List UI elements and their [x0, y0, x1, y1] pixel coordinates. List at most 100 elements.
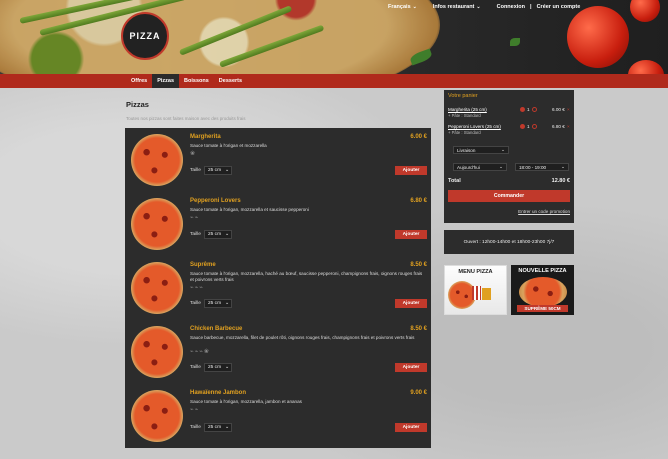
size-select[interactable]: 25 cm ⌄: [204, 166, 232, 175]
add-button[interactable]: Ajouter: [395, 363, 427, 372]
section-title: Pizzas: [126, 100, 149, 109]
time-select[interactable]: 18:00 - 19:00 ⌄: [515, 163, 569, 171]
promo-title: MENU PIZZA: [458, 269, 493, 275]
section-description: Toutes nos pizzas sont faites maison ave…: [126, 116, 246, 121]
size-value: 25 cm: [208, 365, 222, 370]
pizza-image[interactable]: [131, 134, 183, 186]
delivery-mode-select[interactable]: Livraison ⌄: [453, 146, 509, 154]
item-description: Sauce tomate à l'origan et mozzarella: [190, 143, 267, 148]
time-value: 18:00 - 19:00: [519, 164, 547, 170]
promo-new-pizza[interactable]: NOUVELLE PIZZA SUPRÊME 50CM: [511, 265, 574, 315]
item-description: Sauce tomate à l'origan, mozzarella, jam…: [190, 399, 302, 404]
day-select[interactable]: Aujourd'hui ⌄: [453, 163, 507, 171]
quantity-value: 1: [527, 107, 530, 112]
cart-title: Votre panier: [448, 93, 478, 99]
size-value: 25 cm: [208, 168, 222, 173]
item-price: 9.00 €: [410, 390, 427, 396]
item-description: Sauce barbecue, mozzarella, filet de pou…: [190, 335, 415, 340]
chevron-down-icon: ⌄: [224, 232, 229, 237]
promo-menu-pizza[interactable]: MENU PIZZA: [444, 265, 507, 315]
logo[interactable]: PIZZA: [121, 12, 169, 60]
size-value: 25 cm: [208, 232, 222, 237]
diet-icon: ⌁⌁⌁❀: [190, 349, 210, 355]
hero-tomato: [567, 6, 629, 68]
chevron-down-icon: ⌄: [561, 164, 565, 169]
cart-item-option: + Pâte : Standard: [448, 130, 481, 135]
item-description: Sauce tomate à l'origan, mozzarella et s…: [190, 207, 309, 212]
pizza-image[interactable]: [131, 326, 183, 378]
plus-icon[interactable]: [531, 124, 537, 129]
cart-line: Margherita (25 cm) + Pâte : Standard 1 6…: [448, 107, 570, 118]
pizza-image[interactable]: [131, 262, 183, 314]
promo-pizza-image: [519, 277, 567, 307]
remove-icon[interactable]: ×: [567, 107, 570, 112]
nav-separator: |: [530, 4, 532, 10]
item-name: Pepperoni Lovers: [190, 198, 241, 204]
restaurant-info-label: Infos restaurant: [432, 4, 475, 10]
opening-hours: Ouvert : 12h00-14h00 et 18h00-23h00 7j/7: [444, 230, 574, 254]
tab-desserts[interactable]: Desserts: [214, 74, 247, 88]
order-button[interactable]: Commander: [448, 190, 570, 202]
size-label: Taille: [190, 365, 201, 370]
day-value: Aujourd'hui: [457, 164, 480, 170]
item-price: 8.50 €: [410, 262, 427, 268]
size-select[interactable]: 25 cm ⌄: [204, 423, 232, 432]
size-select[interactable]: 25 cm ⌄: [204, 363, 232, 372]
tab-boissons[interactable]: Boissons: [179, 74, 214, 88]
item-name: Hawaïenne Jambon: [190, 390, 247, 396]
hero-banner: PIZZA Français ⌄ Infos restaurant ⌄ Conn…: [0, 0, 668, 74]
quantity-stepper: 1: [520, 107, 537, 112]
hero-tomato: [628, 60, 664, 74]
cart-item-option: + Pâte : Standard: [448, 113, 481, 118]
add-button[interactable]: Ajouter: [395, 230, 427, 239]
item-price: 8.50 €: [410, 326, 427, 332]
tab-offres[interactable]: Offres: [126, 74, 152, 88]
chevron-down-icon: ⌄: [412, 4, 417, 10]
signup-link[interactable]: Créer un compte: [537, 4, 581, 10]
size-select[interactable]: 25 cm ⌄: [204, 299, 232, 308]
tab-pizzas[interactable]: Pizzas: [152, 74, 180, 88]
remove-icon[interactable]: ×: [567, 124, 570, 129]
restaurant-info-menu[interactable]: Infos restaurant ⌄: [433, 4, 481, 10]
category-tabs: Offres Pizzas Boissons Desserts: [126, 74, 247, 88]
fries-icon: [482, 288, 491, 300]
item-price: 6.80 €: [410, 198, 427, 204]
item-name: Suprême: [190, 262, 216, 268]
add-button[interactable]: Ajouter: [395, 299, 427, 308]
minus-icon[interactable]: [520, 124, 525, 129]
login-link[interactable]: Connexion: [497, 4, 525, 10]
size-label: Taille: [190, 425, 201, 430]
add-button[interactable]: Ajouter: [395, 423, 427, 432]
cart-item-price: 6.80 €: [552, 124, 565, 129]
pizza-image[interactable]: [131, 198, 183, 250]
logo-text: PIZZA: [129, 31, 161, 41]
size-label: Taille: [190, 168, 201, 173]
plus-icon[interactable]: [531, 107, 537, 112]
drink-cup-icon: [472, 286, 481, 300]
item-description: Sauce tomate à l'origan, mozzarella, hac…: [190, 271, 423, 283]
language-label: Français: [388, 4, 411, 10]
item-name: Margherita: [190, 134, 221, 140]
chevron-down-icon: ⌄: [224, 365, 229, 370]
diet-icon: ❀: [190, 151, 197, 157]
top-navigation: Français ⌄ Infos restaurant ⌄ Connexion …: [388, 4, 580, 10]
category-bar: Offres Pizzas Boissons Desserts: [0, 74, 668, 88]
chevron-down-icon: ⌄: [501, 147, 505, 152]
menu-item: Hawaïenne Jambon 9.00 € Sauce tomate à l…: [125, 384, 431, 448]
size-value: 25 cm: [208, 301, 222, 306]
promo-code-link[interactable]: Entrer un code promotion: [518, 209, 570, 214]
language-selector[interactable]: Français ⌄: [388, 4, 417, 10]
minus-icon[interactable]: [520, 107, 525, 112]
add-button[interactable]: Ajouter: [395, 166, 427, 175]
size-select[interactable]: 25 cm ⌄: [204, 230, 232, 239]
quantity-stepper: 1: [520, 124, 537, 129]
promo-ribbon: SUPRÊME 50CM: [517, 305, 568, 312]
diet-icon: ⌁⌁: [190, 407, 200, 413]
size-value: 25 cm: [208, 425, 222, 430]
chevron-down-icon: ⌄: [499, 164, 503, 169]
total-label: Total: [448, 178, 461, 184]
size-label: Taille: [190, 301, 201, 306]
diet-icon: ⌁⌁⌁: [190, 285, 204, 291]
size-label: Taille: [190, 232, 201, 237]
pizza-image[interactable]: [131, 390, 183, 442]
